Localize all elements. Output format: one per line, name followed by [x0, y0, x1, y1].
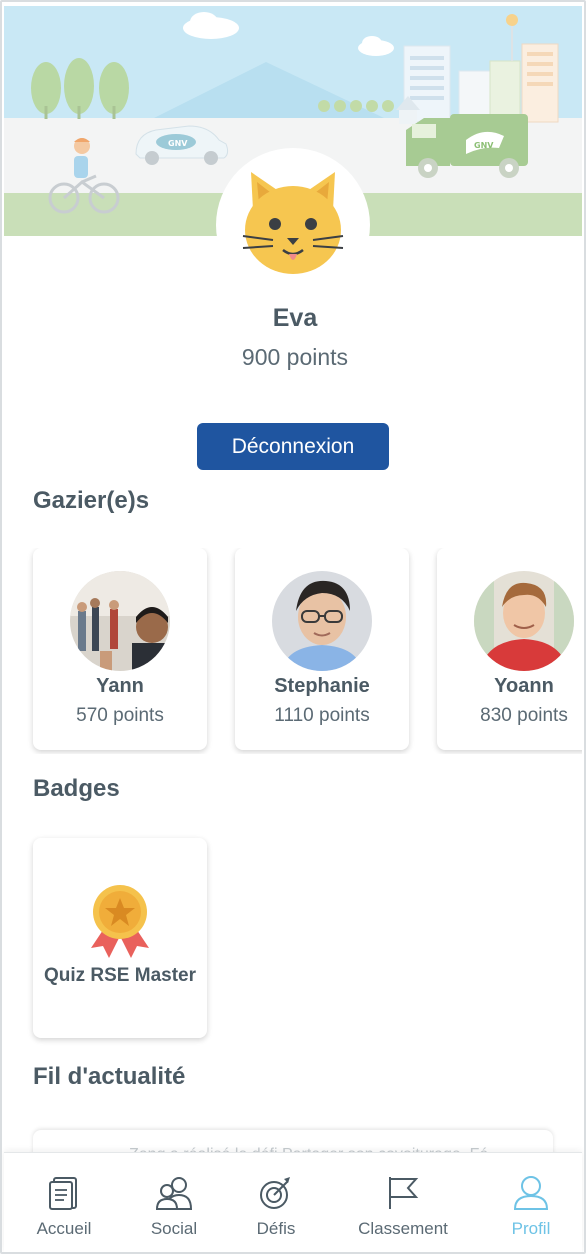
nav-label: Social	[150, 1219, 198, 1238]
truck-tag: GNV	[474, 141, 494, 150]
friends-section-title: Gazier(e)s	[33, 487, 150, 514]
nav-label: Profil	[511, 1219, 551, 1238]
user-icon	[511, 1173, 551, 1213]
friend-name: Stephanie	[274, 675, 370, 697]
friend-avatar	[70, 571, 170, 671]
nav-label: Classement	[358, 1219, 448, 1238]
friend-card-yoann[interactable]: Yoann 830 points	[437, 548, 582, 750]
badge-label: Quiz RSE Master	[43, 965, 197, 986]
trees	[31, 58, 129, 114]
target-icon	[256, 1173, 296, 1213]
nav-label: Défis	[256, 1219, 296, 1238]
car-tag: GNV	[168, 139, 188, 148]
people-icon	[154, 1173, 194, 1213]
flag-icon	[383, 1173, 423, 1213]
nav-item-defis[interactable]: Défis	[248, 1153, 304, 1252]
nav-label: Accueil	[36, 1219, 92, 1238]
friend-card-stephanie[interactable]: Stephanie 1110 points	[235, 548, 409, 750]
bottom-nav: Accueil Social Défis Classement Profil	[4, 1152, 582, 1252]
friend-name: Yann	[96, 675, 144, 697]
badge-card[interactable]: Quiz RSE Master	[33, 838, 207, 1038]
friend-points: 1110 points	[274, 705, 370, 726]
profile-screen: GNV GNV Eva 900 points Déconnexion Gazie…	[0, 0, 586, 1254]
friends-carousel[interactable]: Yann 570 points Stephanie 1110 points Yo…	[2, 548, 582, 754]
nav-item-classement[interactable]: Classement	[354, 1153, 452, 1252]
friend-avatar	[272, 571, 372, 671]
logout-button[interactable]: Déconnexion	[197, 423, 389, 470]
medal-star-icon	[87, 884, 153, 967]
document-icon	[44, 1173, 84, 1213]
user-points: 900 points	[241, 344, 349, 370]
friend-points: 570 points	[76, 705, 164, 726]
user-name: Eva	[272, 304, 318, 332]
friend-name: Yoann	[494, 675, 554, 697]
friend-points: 830 points	[480, 705, 568, 726]
cat-icon	[242, 172, 344, 274]
nav-item-profil[interactable]: Profil	[504, 1153, 558, 1252]
badges-section-title: Badges	[33, 775, 120, 802]
friend-avatar	[474, 571, 574, 671]
nav-item-accueil[interactable]: Accueil	[32, 1153, 96, 1252]
friend-card-yann[interactable]: Yann 570 points	[33, 548, 207, 750]
news-section-title: Fil d'actualité	[33, 1063, 186, 1090]
profile-avatar	[216, 148, 370, 302]
nav-item-social[interactable]: Social	[142, 1153, 206, 1252]
